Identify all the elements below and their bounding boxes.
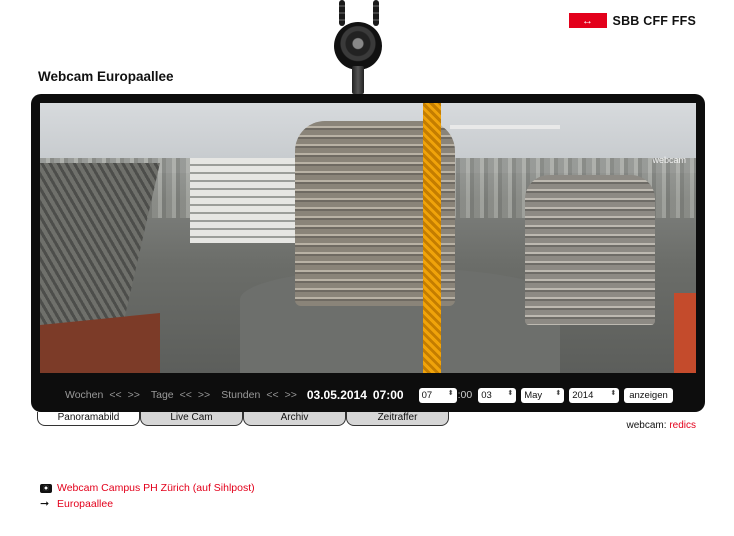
camera-icon (40, 483, 52, 493)
year-select-chevron-icon: ⬍ (610, 389, 617, 397)
webcam-frame: webcam Wochen << >> Tage << >> Stunden <… (31, 94, 705, 412)
sbb-logo[interactable]: ↔ SBB CFF FFS (568, 13, 696, 28)
hours-back-button[interactable]: << (266, 389, 278, 401)
year-select-value: 2014 (572, 389, 594, 401)
photo-roof-right (674, 293, 696, 373)
link-europaallee-text[interactable]: Europaallee (57, 496, 113, 512)
month-select-value: May (524, 389, 543, 401)
photo-crane-jib (450, 125, 560, 129)
current-date: 03.05.2014 (306, 388, 367, 402)
show-button[interactable]: anzeigen (624, 387, 673, 403)
days-forward-button[interactable]: >> (198, 389, 210, 401)
tab-zeitraffer[interactable]: Zeitraffer (346, 412, 449, 426)
link-webcam-campus-text[interactable]: Webcam Campus PH Zürich (auf Sihlpost) (57, 480, 255, 496)
sbb-logo-mark-icon: ↔ (568, 13, 607, 28)
minute-text: :00 (457, 389, 473, 401)
arrow-right-icon: ➞ (40, 498, 50, 510)
day-select-chevron-icon: ⬍ (507, 389, 514, 397)
link-europaallee[interactable]: ➞ Europaallee (40, 496, 255, 512)
credit-prefix: webcam: (626, 420, 667, 431)
hours-nav: Stunden << >> (221, 389, 297, 401)
tab-panoramabild[interactable]: Panoramabild (37, 412, 140, 426)
page-title: Webcam Europaallee (38, 69, 174, 84)
hook-arm (352, 66, 364, 94)
photo-building (190, 158, 300, 243)
day-select[interactable]: 03 ⬍ (478, 387, 517, 403)
year-select[interactable]: 2014 ⬍ (569, 387, 620, 403)
weeks-label: Wochen (65, 389, 104, 401)
hour-select-value: 07 (421, 389, 433, 401)
days-back-button[interactable]: << (180, 389, 192, 401)
day-select-value: 03 (481, 389, 492, 401)
chain-right (373, 0, 379, 26)
hours-forward-button[interactable]: >> (285, 389, 297, 401)
webcam-watermark: webcam (652, 155, 686, 165)
weeks-forward-button[interactable]: >> (128, 389, 140, 401)
weeks-back-button[interactable]: << (109, 389, 121, 401)
view-tabs: Panoramabild Live Cam Archiv Zeitraffer (37, 412, 449, 426)
credit-link[interactable]: redics (669, 420, 696, 431)
tab-live-cam[interactable]: Live Cam (140, 412, 243, 426)
month-select[interactable]: May ⬍ (521, 387, 565, 403)
photo-crane (423, 103, 441, 373)
current-time: 07:00 (372, 388, 404, 402)
webcam-credit: webcam: redics (627, 420, 696, 431)
pulley-icon (334, 22, 382, 70)
hour-select[interactable]: 07 ⬍ (418, 387, 457, 403)
link-webcam-campus[interactable]: Webcam Campus PH Zürich (auf Sihlpost) (40, 480, 255, 496)
tab-archiv[interactable]: Archiv (243, 412, 346, 426)
sbb-logo-text: SBB CFF FFS (612, 13, 696, 28)
hour-select-chevron-icon: ⬍ (447, 389, 454, 397)
chain-left (339, 0, 345, 26)
panorama-image: webcam (40, 103, 696, 373)
days-label: Tage (150, 389, 174, 401)
days-nav: Tage << >> (151, 389, 210, 401)
photo-tower-construction-right (525, 175, 655, 325)
hours-label: Stunden (221, 389, 261, 401)
related-links: Webcam Campus PH Zürich (auf Sihlpost) ➞… (40, 480, 255, 512)
navigation-controls: Wochen << >> Tage << >> Stunden << >> 03… (40, 382, 696, 408)
weeks-nav: Wochen << >> (65, 389, 140, 401)
month-select-chevron-icon: ⬍ (555, 389, 562, 397)
